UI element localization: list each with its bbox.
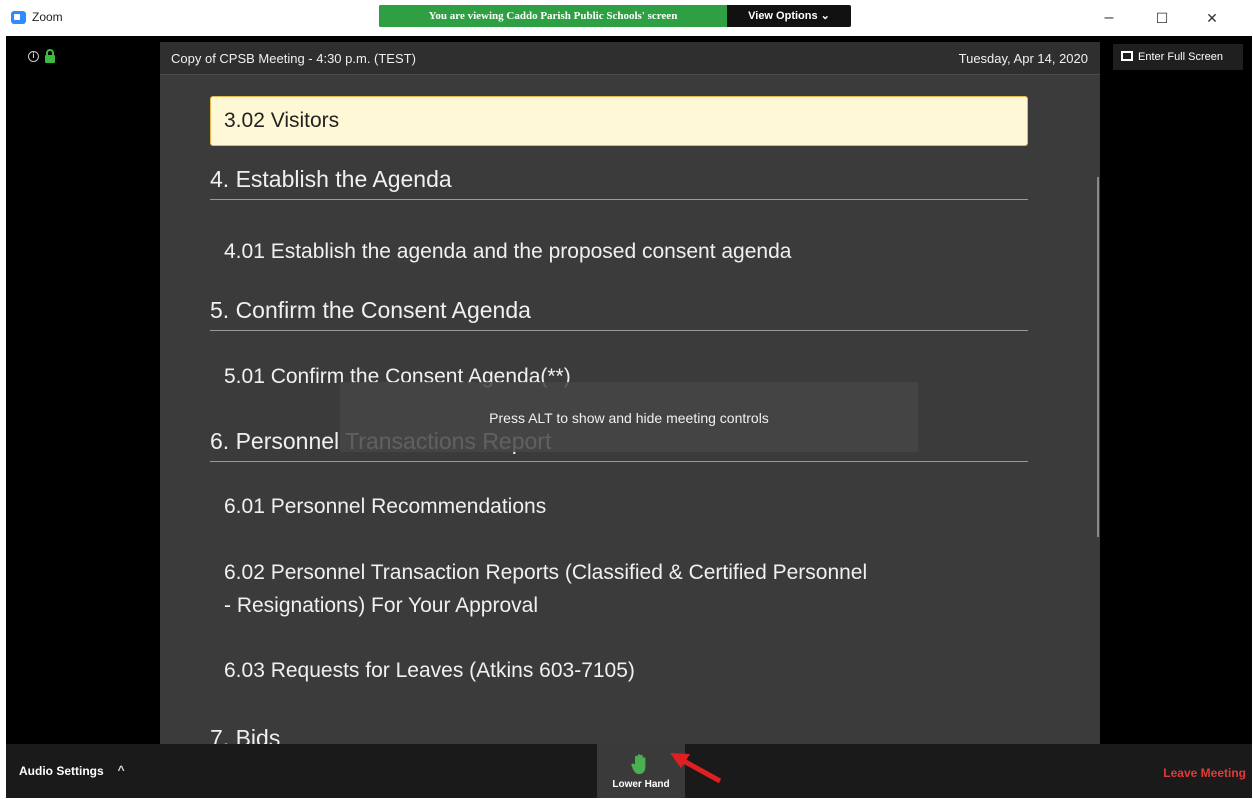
- shared-screen: Copy of CPSB Meeting - 4:30 p.m. (TEST) …: [160, 42, 1100, 744]
- app-title: Zoom: [32, 10, 63, 24]
- share-banner: You are viewing Caddo Parish Public Scho…: [379, 5, 851, 27]
- audio-settings-label: Audio Settings: [19, 764, 104, 778]
- agenda-item: 6.01 Personnel Recommendations: [224, 495, 547, 518]
- lock-icon[interactable]: [44, 49, 56, 63]
- scrollbar[interactable]: [1097, 177, 1099, 537]
- section-heading: 5. Confirm the Consent Agenda: [210, 297, 1028, 331]
- maximize-button[interactable]: ☐: [1150, 6, 1174, 30]
- leave-meeting-button[interactable]: Leave Meeting: [1163, 766, 1246, 780]
- agenda-item: 4.01 Establish the agenda and the propos…: [224, 240, 792, 263]
- document-date: Tuesday, Apr 14, 2020: [958, 51, 1088, 66]
- document-title: Copy of CPSB Meeting - 4:30 p.m. (TEST): [171, 51, 416, 66]
- agenda-item: 6.02 Personnel Transaction Reports (Clas…: [224, 561, 868, 584]
- fullscreen-icon: [1121, 51, 1133, 61]
- close-button[interactable]: ✕: [1200, 6, 1224, 30]
- audio-settings-button[interactable]: Audio Settings ^: [19, 763, 125, 778]
- highlighted-agenda-item: 3.02 Visitors: [210, 96, 1028, 146]
- minimize-button[interactable]: –: [1097, 6, 1121, 30]
- enter-full-screen-button[interactable]: Enter Full Screen: [1113, 44, 1243, 70]
- audio-caret-icon[interactable]: ^: [118, 763, 125, 777]
- section-heading: 7. Bids: [210, 725, 444, 744]
- red-arrow-annotation: [670, 753, 722, 784]
- agenda-item-continued: - Resignations) For Your Approval: [224, 594, 539, 617]
- shared-header: Copy of CPSB Meeting - 4:30 p.m. (TEST) …: [160, 42, 1100, 75]
- zoom-app-icon: [11, 11, 26, 24]
- controls-hint-overlay: Press ALT to show and hide meeting contr…: [340, 382, 918, 452]
- fullscreen-label: Enter Full Screen: [1138, 51, 1223, 63]
- share-banner-text: You are viewing Caddo Parish Public Scho…: [379, 5, 727, 27]
- view-options-button[interactable]: View Options ⌄: [727, 5, 851, 27]
- meeting-toolbar: Audio Settings ^ Lower Hand Leave Meeting: [6, 744, 1252, 798]
- info-icon[interactable]: i: [28, 51, 39, 62]
- hand-icon: [631, 754, 646, 774]
- agenda-item: 6.03 Requests for Leaves (Atkins 603-710…: [224, 659, 635, 682]
- section-heading: 4. Establish the Agenda: [210, 166, 1028, 200]
- meeting-window: i Enter Full Screen Copy of CPSB Meeting…: [6, 36, 1252, 798]
- title-bar: Zoom You are viewing Caddo Parish Public…: [0, 0, 1253, 36]
